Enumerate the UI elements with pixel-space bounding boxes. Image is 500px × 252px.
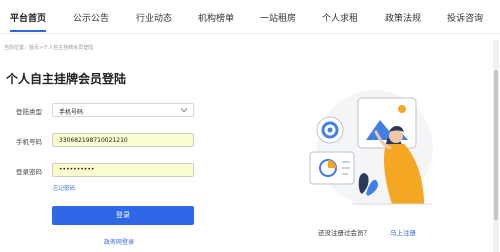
phone-label: 手机号码 — [16, 138, 42, 146]
chevron-down-icon — [180, 108, 188, 113]
login-type-label: 登陆类型 — [16, 108, 42, 116]
login-button[interactable]: 登录 — [52, 206, 194, 225]
nav-item-home[interactable]: 平台首页 — [10, 11, 46, 24]
login-type-value: 手机号码 — [59, 109, 84, 116]
breadcrumb: 当前位置：首页>个人自主挂牌会员登陆 — [4, 45, 94, 51]
nav-active-indicator — [10, 30, 46, 32]
nav-item-industry-news[interactable]: 行业动态 — [136, 11, 172, 24]
top-nav: 平台首页 公示公告 行业动态 机构榜单 一站租房 个人求租 政策法规 投诉咨询 — [0, 0, 500, 34]
password-label: 登录密码 — [16, 168, 42, 176]
login-type-select[interactable]: 手机号码 — [52, 103, 194, 117]
nav-item-complaints[interactable]: 投诉咨询 — [447, 11, 483, 24]
nav-item-agency-rankings[interactable]: 机构榜单 — [198, 11, 234, 24]
phone-value: 330682198710021210 — [59, 137, 128, 144]
password-value: •••••••••• — [59, 166, 95, 173]
nav-item-policies[interactable]: 政策法规 — [385, 11, 421, 24]
page-title: 个人自主挂牌会员登陆 — [6, 72, 127, 86]
register-link[interactable]: 马上注册 — [390, 227, 416, 237]
phone-input[interactable]: 330682198710021210 — [52, 133, 194, 147]
gov-login-link[interactable]: 政务网登录 — [104, 237, 134, 246]
forgot-password-link[interactable]: 忘记密码 — [53, 184, 75, 192]
nav-item-personal-rental-request[interactable]: 个人求租 — [322, 11, 358, 24]
nav-item-rental[interactable]: 一站租房 — [260, 11, 296, 24]
password-input[interactable]: •••••••••• — [52, 163, 194, 177]
nav-item-announcements[interactable]: 公示公告 — [73, 11, 109, 24]
login-illustration — [309, 90, 433, 206]
scrollbar[interactable] — [493, 40, 499, 252]
scrollbar-thumb[interactable] — [494, 70, 498, 220]
register-prompt: 还没注册过会员？ — [318, 229, 370, 237]
